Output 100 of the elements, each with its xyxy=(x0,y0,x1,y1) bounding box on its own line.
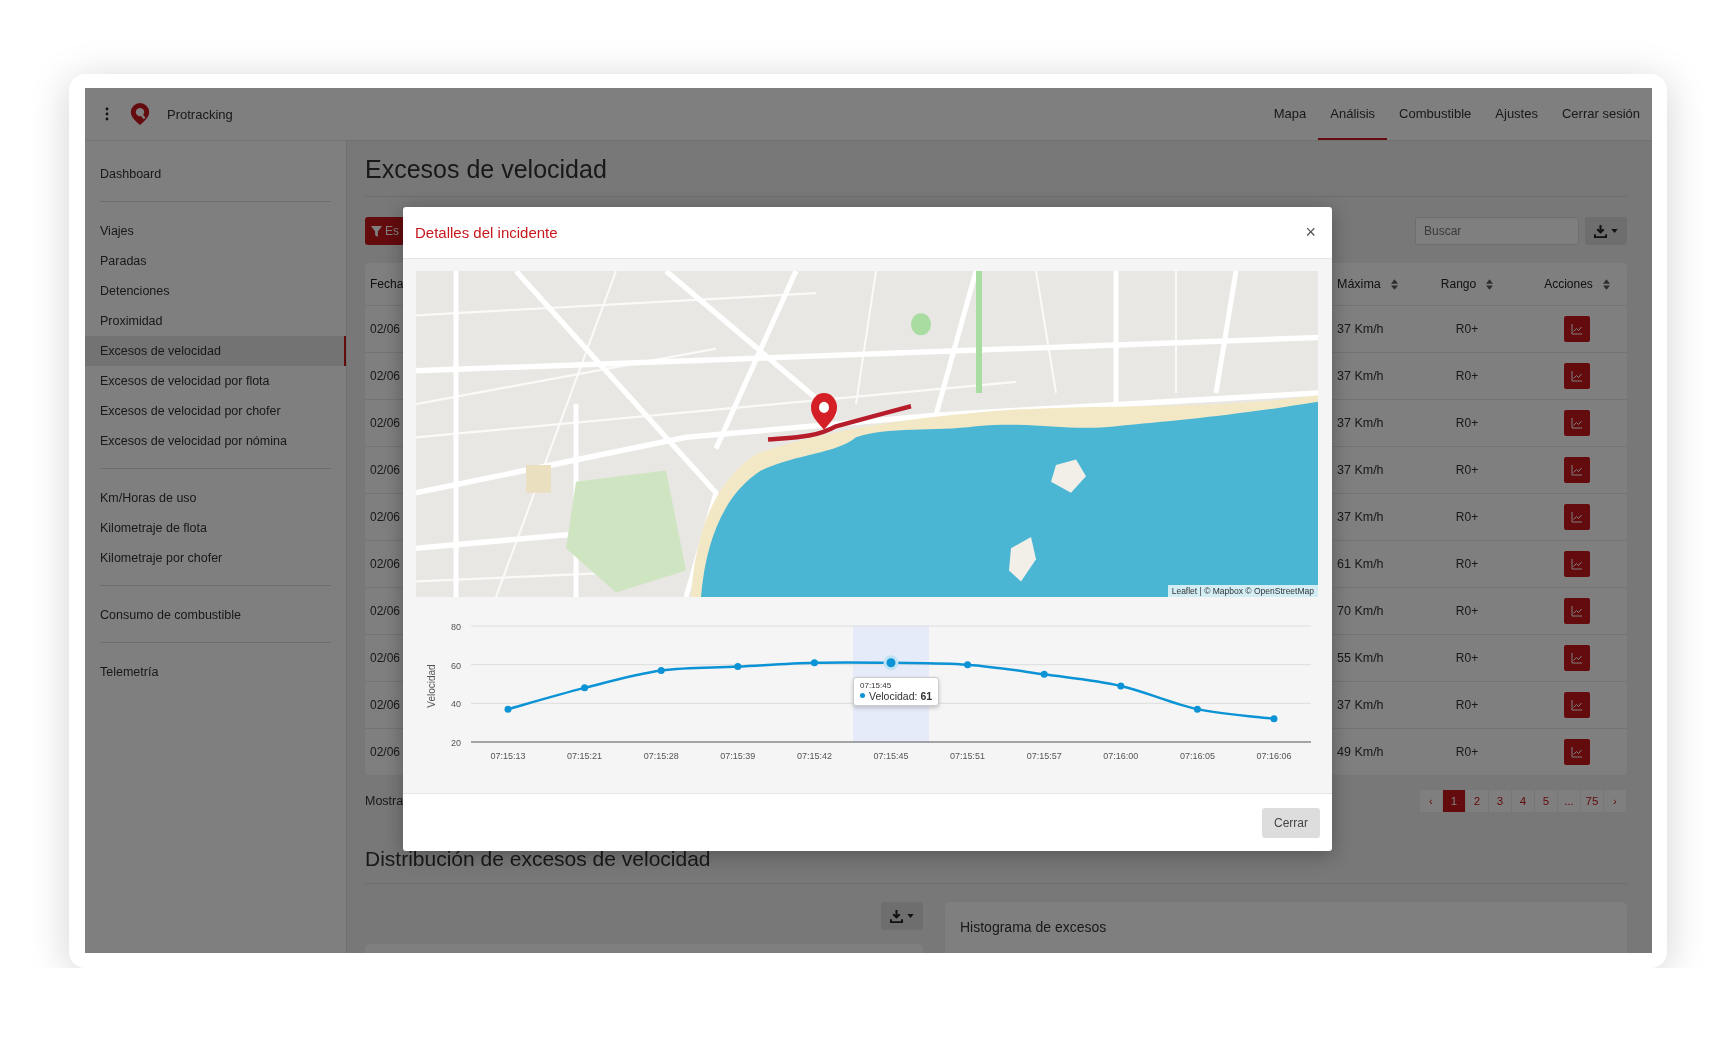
table-cell: 37 Km/h xyxy=(1337,698,1384,712)
tooltip-time: 07:15:45 xyxy=(860,680,893,690)
sort-icon[interactable] xyxy=(1486,278,1494,290)
sidebar-item[interactable]: Dashboard xyxy=(85,159,346,189)
sidebar-item[interactable]: Viajes xyxy=(85,216,346,246)
sidebar-item[interactable]: Excesos de velocidad xyxy=(85,336,346,366)
table-cell: 02/06 xyxy=(370,463,401,477)
chart-button[interactable] xyxy=(1564,739,1590,765)
axis-tick-label: 07:15:28 xyxy=(643,751,679,761)
app-name: Protracking xyxy=(167,106,233,122)
table-cell: 02/06 xyxy=(370,651,401,665)
chart-button[interactable] xyxy=(1564,551,1590,577)
table-cell: 02/06 xyxy=(370,369,401,383)
line-chart-icon xyxy=(1571,370,1583,382)
table-cell: 02/06 xyxy=(370,745,401,759)
modal-title: Detalles del incidente xyxy=(415,224,558,241)
chart-button[interactable] xyxy=(1564,457,1590,483)
table-cell: 70 Km/h xyxy=(1337,604,1384,618)
axis-tick-label: 40 xyxy=(451,699,461,710)
column-header[interactable]: Rango xyxy=(1440,277,1477,291)
table-cell: 37 Km/h xyxy=(1337,322,1384,336)
data-point xyxy=(657,666,665,674)
axis-tick-label: 60 xyxy=(451,660,461,671)
sort-icon[interactable] xyxy=(1390,278,1398,290)
page-link[interactable]: ... xyxy=(1557,789,1581,813)
page-title: Excesos de velocidad xyxy=(365,155,608,184)
table-cell: R0+ xyxy=(1455,463,1479,477)
nav-link[interactable]: Mapa xyxy=(1261,88,1319,140)
entries-info: Mostra xyxy=(365,794,404,808)
table-cell: 37 Km/h xyxy=(1337,510,1384,524)
page-link[interactable]: 75 xyxy=(1580,789,1604,813)
page-link[interactable]: ‹ xyxy=(1419,789,1443,813)
tooltip-value: Velocidad: 61 xyxy=(869,689,933,702)
line-chart-icon xyxy=(1571,417,1583,429)
data-point xyxy=(964,661,972,669)
axis-tick-label: 07:16:06 xyxy=(1256,751,1292,761)
table-cell: R0+ xyxy=(1455,557,1479,571)
page-link[interactable]: 2 xyxy=(1465,789,1489,813)
close-button[interactable]: × xyxy=(1301,222,1320,243)
download-button[interactable] xyxy=(881,902,923,930)
filter-button[interactable]: Es xyxy=(365,217,405,245)
sidebar-item[interactable]: Excesos de velocidad por flota xyxy=(85,366,346,396)
nav-link[interactable]: Combustible xyxy=(1387,88,1484,140)
nav-link[interactable]: Análisis xyxy=(1318,88,1388,140)
chart-button[interactable] xyxy=(1564,363,1590,389)
line-chart-icon xyxy=(1571,558,1583,570)
line-chart-icon xyxy=(1571,652,1583,664)
sidebar-item[interactable]: Excesos de velocidad por chofer xyxy=(85,396,346,426)
table-cell: 02/06 xyxy=(370,322,401,336)
filter-icon xyxy=(371,225,382,237)
card-title: Histograma de excesos xyxy=(960,919,1107,935)
sidebar-item[interactable]: Telemetría xyxy=(85,657,346,687)
chart-button[interactable] xyxy=(1564,316,1590,342)
page-link[interactable]: 3 xyxy=(1488,789,1512,813)
menu-icon[interactable] xyxy=(105,107,109,121)
axis-tick-label: 07:16:00 xyxy=(1103,751,1139,761)
nav-link[interactable]: Cerrar sesión xyxy=(1549,88,1652,140)
line-chart-icon xyxy=(1571,746,1583,758)
table-cell: R0+ xyxy=(1455,698,1479,712)
axis-tick-label: 80 xyxy=(451,622,461,632)
chart-button[interactable] xyxy=(1564,410,1590,436)
section-title: Distribución de excesos de velocidad xyxy=(365,847,712,871)
axis-tick-label: 07:15:39 xyxy=(720,751,756,761)
line-chart-icon xyxy=(1571,323,1583,335)
download-button[interactable] xyxy=(1585,217,1627,245)
table-cell: R0+ xyxy=(1455,369,1479,383)
sidebar-item[interactable]: Paradas xyxy=(85,246,346,276)
column-header[interactable]: Fecha xyxy=(370,277,404,291)
sidebar-item[interactable]: Proximidad xyxy=(85,306,346,336)
nav-link[interactable]: Ajustes xyxy=(1483,88,1550,140)
sidebar-item[interactable]: Excesos de velocidad por nómina xyxy=(85,426,346,456)
chart-button[interactable] xyxy=(1564,692,1590,718)
table-cell: R0+ xyxy=(1455,604,1479,618)
table-cell: R0+ xyxy=(1455,745,1479,759)
table-cell: 61 Km/h xyxy=(1337,557,1384,571)
chart-button[interactable] xyxy=(1564,645,1590,671)
table-cell: 37 Km/h xyxy=(1337,369,1384,383)
page-link[interactable]: 5 xyxy=(1534,789,1558,813)
page-link[interactable]: 4 xyxy=(1511,789,1535,813)
table-cell: 02/06 xyxy=(370,698,401,712)
column-header[interactable]: Máxima xyxy=(1337,277,1381,291)
table-cell: R0+ xyxy=(1455,651,1479,665)
sidebar-item[interactable]: Kilometraje de flota xyxy=(85,513,346,543)
sidebar-item[interactable]: Kilometraje por chofer xyxy=(85,543,346,573)
axis-tick-label: 07:16:05 xyxy=(1179,751,1215,761)
sidebar-item[interactable]: Detenciones xyxy=(85,276,346,306)
data-point xyxy=(1040,670,1048,678)
page-link[interactable]: › xyxy=(1603,789,1627,813)
download-icon xyxy=(890,909,903,923)
chart-button[interactable] xyxy=(1564,504,1590,530)
sidebar-item[interactable]: Consumo de combustible xyxy=(85,600,346,630)
search-field[interactable]: Buscar xyxy=(1415,217,1579,245)
close-button[interactable]: Cerrar xyxy=(1262,807,1320,838)
column-header[interactable]: Acciones xyxy=(1544,277,1593,291)
page-link[interactable]: 1 xyxy=(1442,789,1466,813)
sidebar-item[interactable]: Km/Horas de uso xyxy=(85,483,346,513)
data-point xyxy=(581,684,589,692)
axis-title: Velocidad xyxy=(426,664,437,708)
chart-button[interactable] xyxy=(1564,598,1590,624)
sort-icon[interactable] xyxy=(1602,278,1610,290)
